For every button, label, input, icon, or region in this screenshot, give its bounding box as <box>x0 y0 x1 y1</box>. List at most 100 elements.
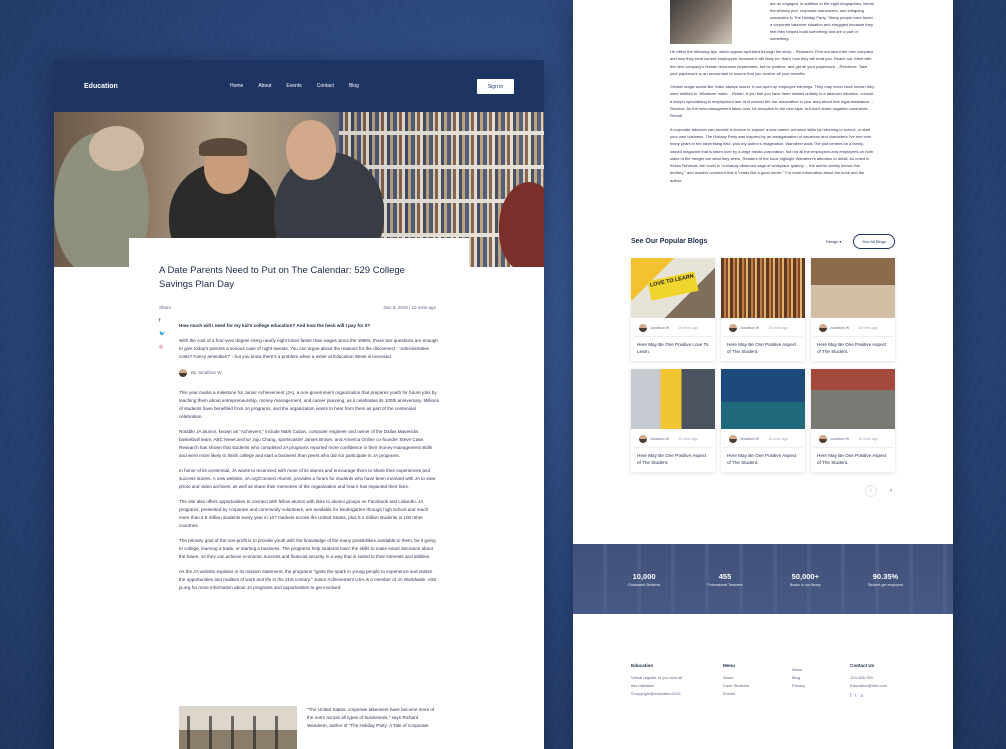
prev-arrow-icon[interactable]: ‹ <box>865 485 877 497</box>
footer-link[interactable]: Case Students <box>723 682 792 690</box>
stat-label: Professional Teachers <box>707 582 743 587</box>
card-author: Jonathon W <box>650 437 670 441</box>
card-date: 10 mins ago <box>858 326 878 330</box>
article-question: How much will I need for my kid's colleg… <box>179 323 371 328</box>
stat-value: 455 <box>718 571 732 581</box>
card-date: 10 mins ago <box>768 326 788 330</box>
site-logo[interactable]: Education <box>84 83 118 90</box>
card-author: Jonathon W <box>830 437 850 441</box>
card-author-row: Jonathon W 10 mins ago <box>723 429 803 448</box>
author-name[interactable]: By Jonathon W <box>191 369 222 377</box>
footer-link[interactable]: Privacy <box>792 682 850 690</box>
nav-events[interactable]: Events <box>286 83 301 89</box>
blog-card[interactable]: Jonathon W 10 mins ago Here May Be One Po… <box>721 369 805 472</box>
footer-link[interactable]: Events <box>723 690 792 698</box>
card-title[interactable]: Here May Be One Positive Aspect of The S… <box>811 448 895 470</box>
avatar <box>179 369 187 377</box>
stat-label: Graduated Students <box>628 582 661 587</box>
footer-about: Education Virtual register to you how al… <box>631 662 723 700</box>
blog-card[interactable]: Jonathon W 10 mins ago Here May Be One Po… <box>721 258 805 361</box>
card-author: Jonathon W <box>650 326 670 330</box>
popular-header: See Our Popular Blogs Design ▾ See All B… <box>631 234 895 249</box>
stat-books: 50,000+ Books In our library <box>790 572 821 587</box>
article-paragraph: In honor of its centennial, JA wants to … <box>179 468 436 489</box>
article-paragraph: As the JA website explains in its missio… <box>179 569 437 590</box>
blog-thumbnail <box>631 369 715 429</box>
card-title[interactable]: Here May Be One Positive Aspect of The S… <box>811 337 895 359</box>
footer-heading: Education <box>631 663 654 668</box>
article-paragraph: The primary goal of the non-profit is to… <box>179 538 436 559</box>
facebook-icon[interactable]: f <box>850 692 851 700</box>
side-text: are as engaged, in addition to the eight… <box>770 1 875 41</box>
card-title[interactable]: Here May Be One Positive Aspect of The S… <box>721 448 805 470</box>
article-paragraph: Notable JA alumni, known as "Achievers,"… <box>179 429 433 458</box>
student-figure <box>286 120 336 180</box>
stat-graduates: 10,000 Graduated Students <box>628 572 660 587</box>
avatar <box>729 435 737 443</box>
twitter-icon[interactable]: t <box>855 692 856 700</box>
card-author: Jonathon W <box>740 326 760 330</box>
twitter-icon[interactable]: 🐦 <box>159 331 165 337</box>
blog-card[interactable]: LOVE TO LEARN Jonathon W 10 mins ago Here… <box>631 258 715 361</box>
article-image <box>179 706 297 749</box>
footer-copyright: ©copyright@education2019 <box>631 691 681 696</box>
article-paragraph: This year marks a milestone for Junior A… <box>179 390 439 419</box>
stat-value: 90.35% <box>872 571 899 581</box>
stat-teachers: 455 Professional Teachers <box>707 572 742 587</box>
share-label: Share <box>159 305 172 310</box>
pencil-sign: LOVE TO LEARN <box>647 271 699 301</box>
nav-about[interactable]: About <box>258 83 271 89</box>
article-meta: Share Nov 5, 2019 | 10 mins ago <box>159 305 436 310</box>
top-image <box>670 0 732 44</box>
article-paragraph: He offers the following tips, which appe… <box>670 49 874 76</box>
blog-thumbnail <box>811 369 895 429</box>
article-page: Education Home About Events Contact Blog… <box>54 60 544 749</box>
category-filter[interactable]: Design ▾ <box>826 239 842 244</box>
nav-home[interactable]: Home <box>230 83 243 89</box>
avatar <box>639 324 647 332</box>
article-quote: "The United States, corporate takeovers … <box>307 707 435 728</box>
stat-employed: 90.35% Student get employed <box>868 572 903 587</box>
cap <box>199 138 247 156</box>
avatar <box>729 324 737 332</box>
card-author-row: Jonathon W 10 mins ago <box>633 429 713 448</box>
footer-phone: 123-456-789 <box>850 675 873 680</box>
next-arrow-icon[interactable]: › <box>885 485 897 497</box>
signin-button[interactable]: Sign in <box>477 79 514 94</box>
card-author-row: Jonathon W 10 mins ago <box>813 318 893 337</box>
article-continuation: He offers the following tips, which appe… <box>670 48 875 190</box>
avatar <box>819 435 827 443</box>
article-title: A Date Parents Need to Put on The Calend… <box>159 265 405 290</box>
article-media-row: "The United States, corporate takeovers … <box>179 706 439 749</box>
popular-heading: See Our Popular Blogs <box>631 238 708 245</box>
blog-card[interactable]: Jonathon W 10 mins ago Here May Be One Po… <box>811 369 895 472</box>
avatar <box>819 324 827 332</box>
avatar <box>639 435 647 443</box>
footer-heading: Contact Us <box>850 663 875 668</box>
footer-link[interactable]: Blog <box>792 674 850 682</box>
nav-blog[interactable]: Blog <box>349 83 359 89</box>
article-paragraph: The site also offers opportunities to co… <box>179 499 429 528</box>
see-all-button[interactable]: See All Blogs <box>853 234 895 249</box>
footer-link[interactable]: News <box>792 666 850 674</box>
instagram-icon[interactable]: ◎ <box>159 344 165 350</box>
footer-link[interactable]: About <box>723 674 792 682</box>
card-title[interactable]: Here May Be One Positive Love To Learn. <box>631 337 715 359</box>
footer-contact: Contact Us 123-456-789 Education@info.co… <box>850 662 895 700</box>
footer-socials: f t o <box>850 692 895 700</box>
card-author-row: Jonathon W 10 mins ago <box>633 318 713 337</box>
stat-value: 10,000 <box>632 571 656 581</box>
footer-email[interactable]: Education@info.com <box>850 682 895 690</box>
blog-card[interactable]: Jonathon W 10 mins ago Here May Be One Po… <box>811 258 895 361</box>
blog-card[interactable]: Jonathon W 10 mins ago Here May Be One Po… <box>631 369 715 472</box>
card-author: Jonathon W <box>740 437 760 441</box>
facebook-icon[interactable]: f <box>159 318 165 324</box>
card-title[interactable]: Here May Be One Positive Aspect of The S… <box>631 448 715 470</box>
article-paragraph: A corporate takeover can provide a chanc… <box>670 126 874 183</box>
card-date: 10 mins ago <box>678 437 698 441</box>
instagram-icon[interactable]: o <box>860 692 862 700</box>
card-title[interactable]: Here May Be One Positive Aspect of The S… <box>721 337 805 359</box>
share-icons: f 🐦 ◎ <box>159 318 165 350</box>
article-date: Nov 5, 2019 <box>383 305 408 310</box>
nav-contact[interactable]: Contact <box>317 83 334 89</box>
